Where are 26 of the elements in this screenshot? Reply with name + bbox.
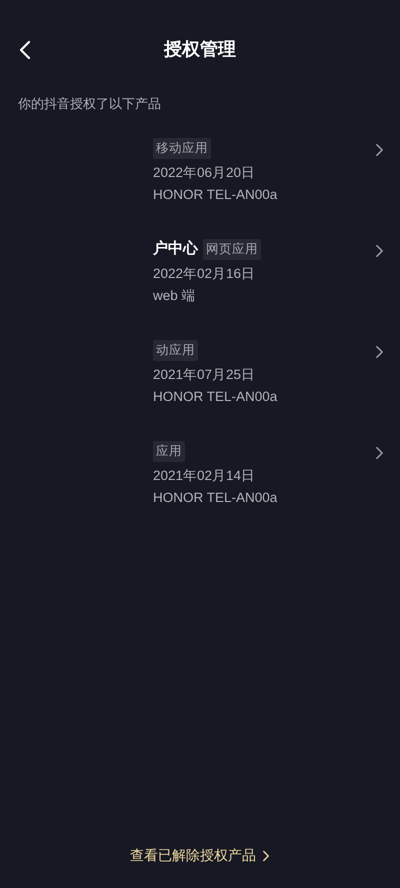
- product-row[interactable]: 移动应用 2022年06月20日 HONOR TEL-AN00a: [0, 138, 400, 238]
- product-name: 户中心: [153, 239, 198, 260]
- product-row[interactable]: 动应用 2021年07月25日 HONOR TEL-AN00a: [0, 340, 400, 440]
- authorized-date: 2021年07月25日: [153, 366, 256, 384]
- product-tag: 移动应用: [153, 138, 211, 159]
- product-tag: 应用: [153, 441, 185, 462]
- device-name: HONOR TEL-AN00a: [153, 388, 278, 406]
- chevron-icon: [375, 344, 384, 358]
- device-name: web 端: [153, 286, 197, 305]
- device-name: HONOR TEL-AN00a: [153, 488, 278, 507]
- chevron-icon: [375, 142, 384, 156]
- product-tag: 网页应用: [203, 239, 261, 260]
- product-row[interactable]: 户中心 网页应用 2022年02月16日 web 端: [0, 238, 400, 340]
- product-tag: 动应用: [153, 340, 198, 361]
- authorized-date: 2022年02月16日: [153, 264, 256, 282]
- chevron-icon: [375, 446, 384, 460]
- subtitle: 你的抖音授权了以下产品: [17, 95, 162, 113]
- authorized-date: 2022年06月20日: [153, 164, 256, 182]
- authorized-date: 2021年02月14日: [153, 466, 256, 484]
- chevron-icon: [262, 850, 270, 862]
- product-row[interactable]: 应用 2021年02月14日 HONOR TEL-AN00a: [0, 440, 400, 542]
- chevron-icon: [375, 244, 384, 258]
- page-title: 授权管理: [164, 38, 236, 60]
- device-name: HONOR TEL-AN00a: [153, 186, 278, 204]
- back-icon: [19, 40, 31, 60]
- removed-products-link[interactable]: 查看已解除授权产品: [130, 845, 270, 866]
